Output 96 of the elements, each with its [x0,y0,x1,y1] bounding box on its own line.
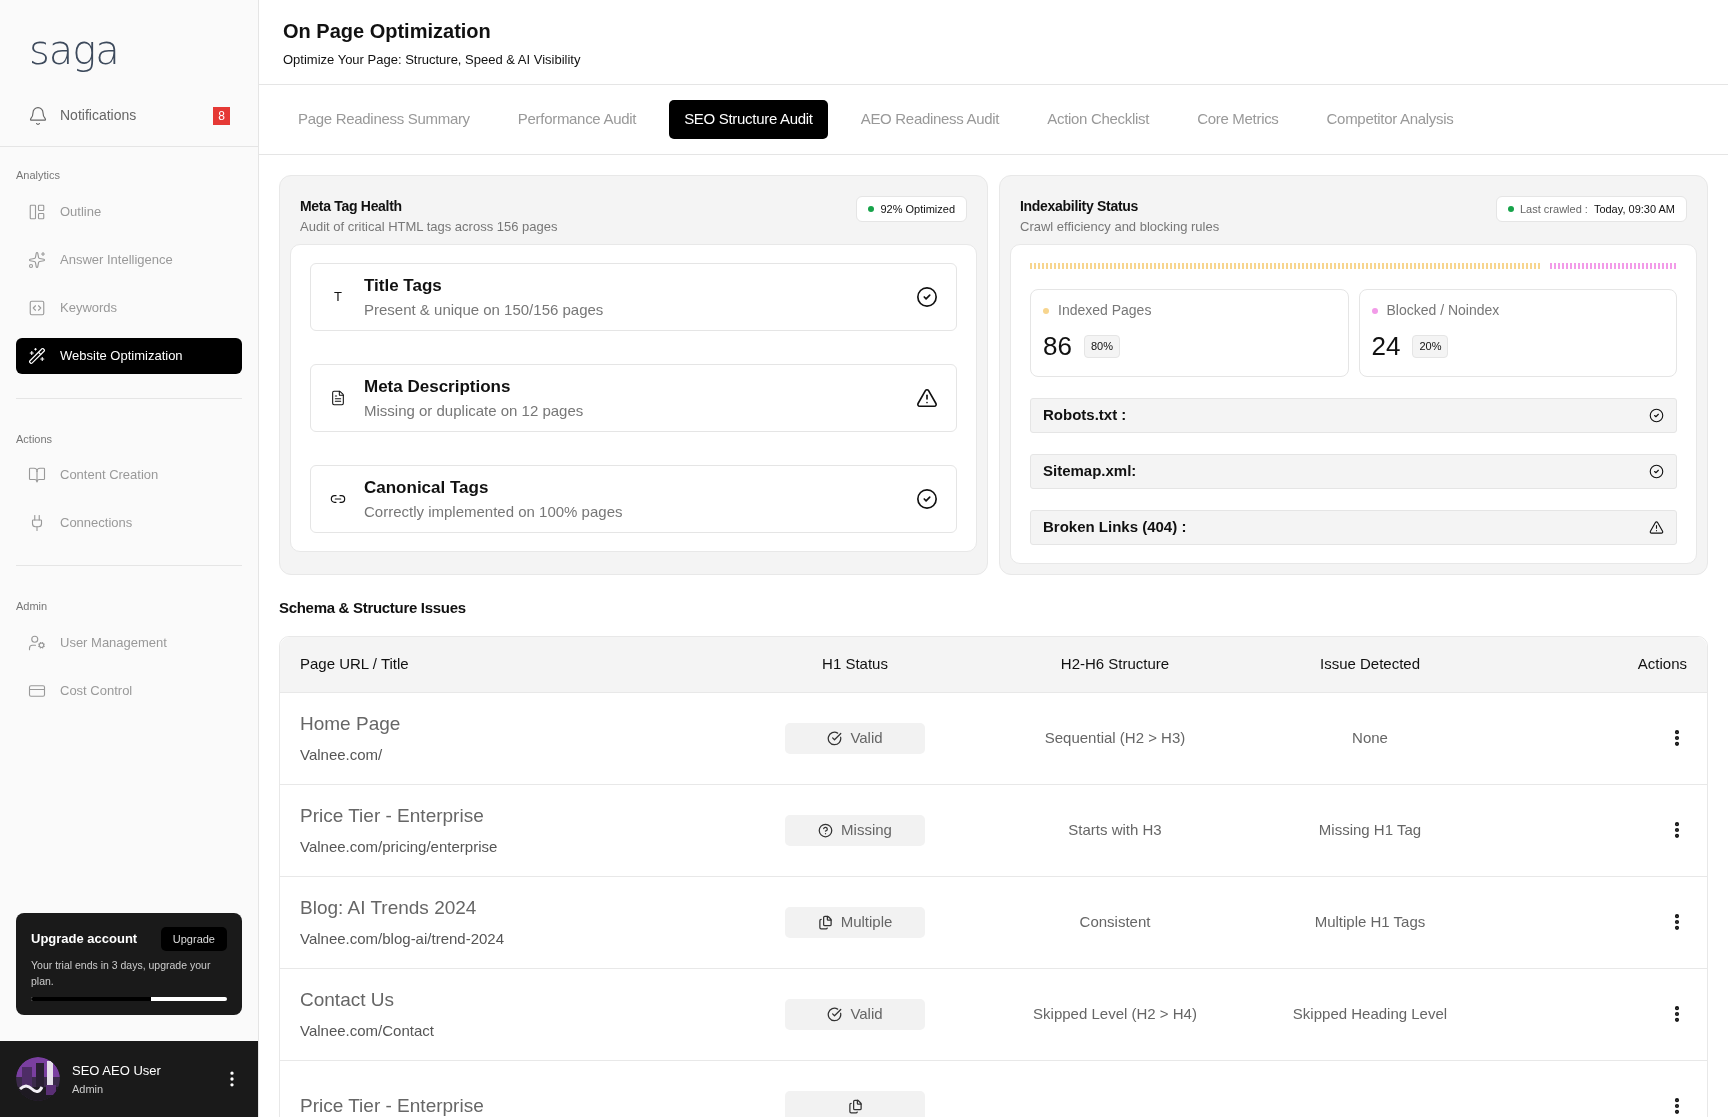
trial-text: Your trial ends in 3 days, upgrade your plan. [31,958,212,989]
warning-icon [1649,520,1664,535]
page-title-cell-text: Home Page [300,711,402,736]
stat-label: Indexed Pages [1058,301,1152,320]
tab[interactable]: Competitor Analysis [1311,99,1469,139]
column-header: Issue Detected [1319,655,1421,672]
h1-status-badge: Multiple [785,906,925,938]
percent-tag: 20% [1412,335,1449,358]
tab[interactable]: Core Metrics [1182,99,1294,139]
nav-item[interactable]: Cost Control [16,672,242,709]
layout-icon [28,202,46,221]
check-circle-icon [916,286,938,308]
page-url: Valnee.com/Contact [300,1021,435,1041]
check-label: Robots.txt : [1043,405,1127,426]
tab[interactable]: Performance Audit [502,99,652,139]
tag-detail: Present & unique on 150/156 pages [364,299,605,320]
logo: saga [29,27,119,73]
card-subtitle: Audit of critical HTML tags across 156 pages [300,217,558,236]
nav-item[interactable]: Connections [16,505,242,541]
structure-cell: Consistent [1079,913,1151,930]
sparkle-icon [28,250,46,269]
tab[interactable]: Action Checklist [1032,99,1165,139]
page-title-cell-text: Price Tier - Enterprise [300,1093,485,1117]
user-gear-icon [28,633,46,652]
column-header: Page URL / Title [300,655,409,672]
upgrade-button[interactable]: Upgrade [160,926,227,951]
type-glyph: T [333,288,343,307]
percent-tag: 80% [1083,335,1120,358]
nav-item[interactable]: User Management [16,624,242,661]
tag-title: Meta Descriptions [364,376,512,398]
h1-status-badge: Missing [785,814,925,846]
nav-item[interactable]: Outline [16,193,242,230]
structure-cell: Sequential (H2 > H3) [1044,729,1186,746]
page-subtitle: Optimize Your Page: Structure, Speed & AI Visibility [283,51,582,69]
column-header: Actions [1637,655,1687,672]
upgrade-title: Upgrade account [31,930,138,948]
stat-label: Blocked / Noindex [1386,301,1500,320]
copies-icon [847,1098,863,1114]
stat-value: 24 [1371,330,1401,363]
structure-cell: Skipped Level (H2 > H4) [1033,1005,1197,1022]
issue-cell: Missing H1 Tag [1318,821,1422,838]
check-label: Sitemap.xml: [1043,461,1137,482]
nav-item[interactable]: Content Creation [16,457,242,493]
issue-cell: None [1352,729,1388,746]
page-title-cell-text: Price Tier - Enterprise [300,803,485,828]
question-icon [818,822,834,838]
tab[interactable]: AEO Readiness Audit [845,99,1015,139]
column-header: H1 Status [822,655,888,672]
section-title: Actions [16,431,54,447]
tag-detail: Correctly implemented on 100% pages [364,501,624,522]
page-url: Valnee.com/ [300,745,384,765]
tag-detail: Missing or duplicate on 12 pages [364,400,585,421]
card-title: Indexability Status [1020,196,1139,216]
tab[interactable]: SEO Structure Audit [669,99,828,139]
user-name: SEO AEO User [72,1062,162,1080]
user-role: Admin [72,1081,105,1097]
warning-icon [916,387,938,409]
tag-title: Title Tags [364,275,443,297]
section-heading: Schema & Structure Issues [279,598,467,618]
page-title-cell-text: Blog: AI Trends 2024 [300,895,478,920]
page-title-cell-text: Contact Us [300,987,395,1012]
copies-icon [817,914,833,930]
issue-cell: Skipped Heading Level [1292,1005,1448,1022]
check-circle-icon [916,488,938,510]
check-circle-icon [1649,464,1664,479]
issue-cell: Multiple H1 Tags [1314,913,1426,930]
stat-value: 86 [1043,330,1072,363]
page-url: Valnee.com/blog-ai/trend-2024 [300,929,506,949]
bell-icon [28,105,48,126]
card-title: Meta Tag Health [300,196,403,216]
structure-cell: Starts with H3 [1068,821,1162,838]
check-icon [827,730,843,746]
section-title: Admin [16,599,49,614]
h1-status-badge: Valid [785,722,925,754]
column-header: H2-H6 Structure [1060,655,1170,672]
notifications-link[interactable]: Notifications [60,105,202,126]
check-icon [827,1006,843,1022]
nav-item[interactable]: Answer Intelligence [16,241,242,278]
document-icon [330,390,346,406]
book-icon [28,466,46,484]
section-title: Analytics [16,168,62,183]
check-circle-icon [1649,408,1664,423]
card-subtitle: Crawl efficiency and blocking rules [1020,217,1220,236]
nav-item[interactable]: Keywords [16,289,242,326]
crawl-label: Last crawled : [1520,201,1588,217]
page-title: On Page Optimization [283,19,492,44]
status-badge: 92% Optimized [856,195,967,222]
nav-item[interactable]: Website Optimization [16,337,242,374]
tag-title: Canonical Tags [364,477,490,499]
page-url: Valnee.com/pricing/enterprise [300,837,499,857]
crawl-time: Today, 09:30 AM [1593,201,1675,217]
tab[interactable]: Page Readiness Summary [283,99,485,139]
check-label: Broken Links (404) : [1043,517,1187,538]
magic-wand-icon [28,346,46,365]
notification-count: 8 [213,106,230,125]
h1-status-badge: Valid [785,998,925,1030]
